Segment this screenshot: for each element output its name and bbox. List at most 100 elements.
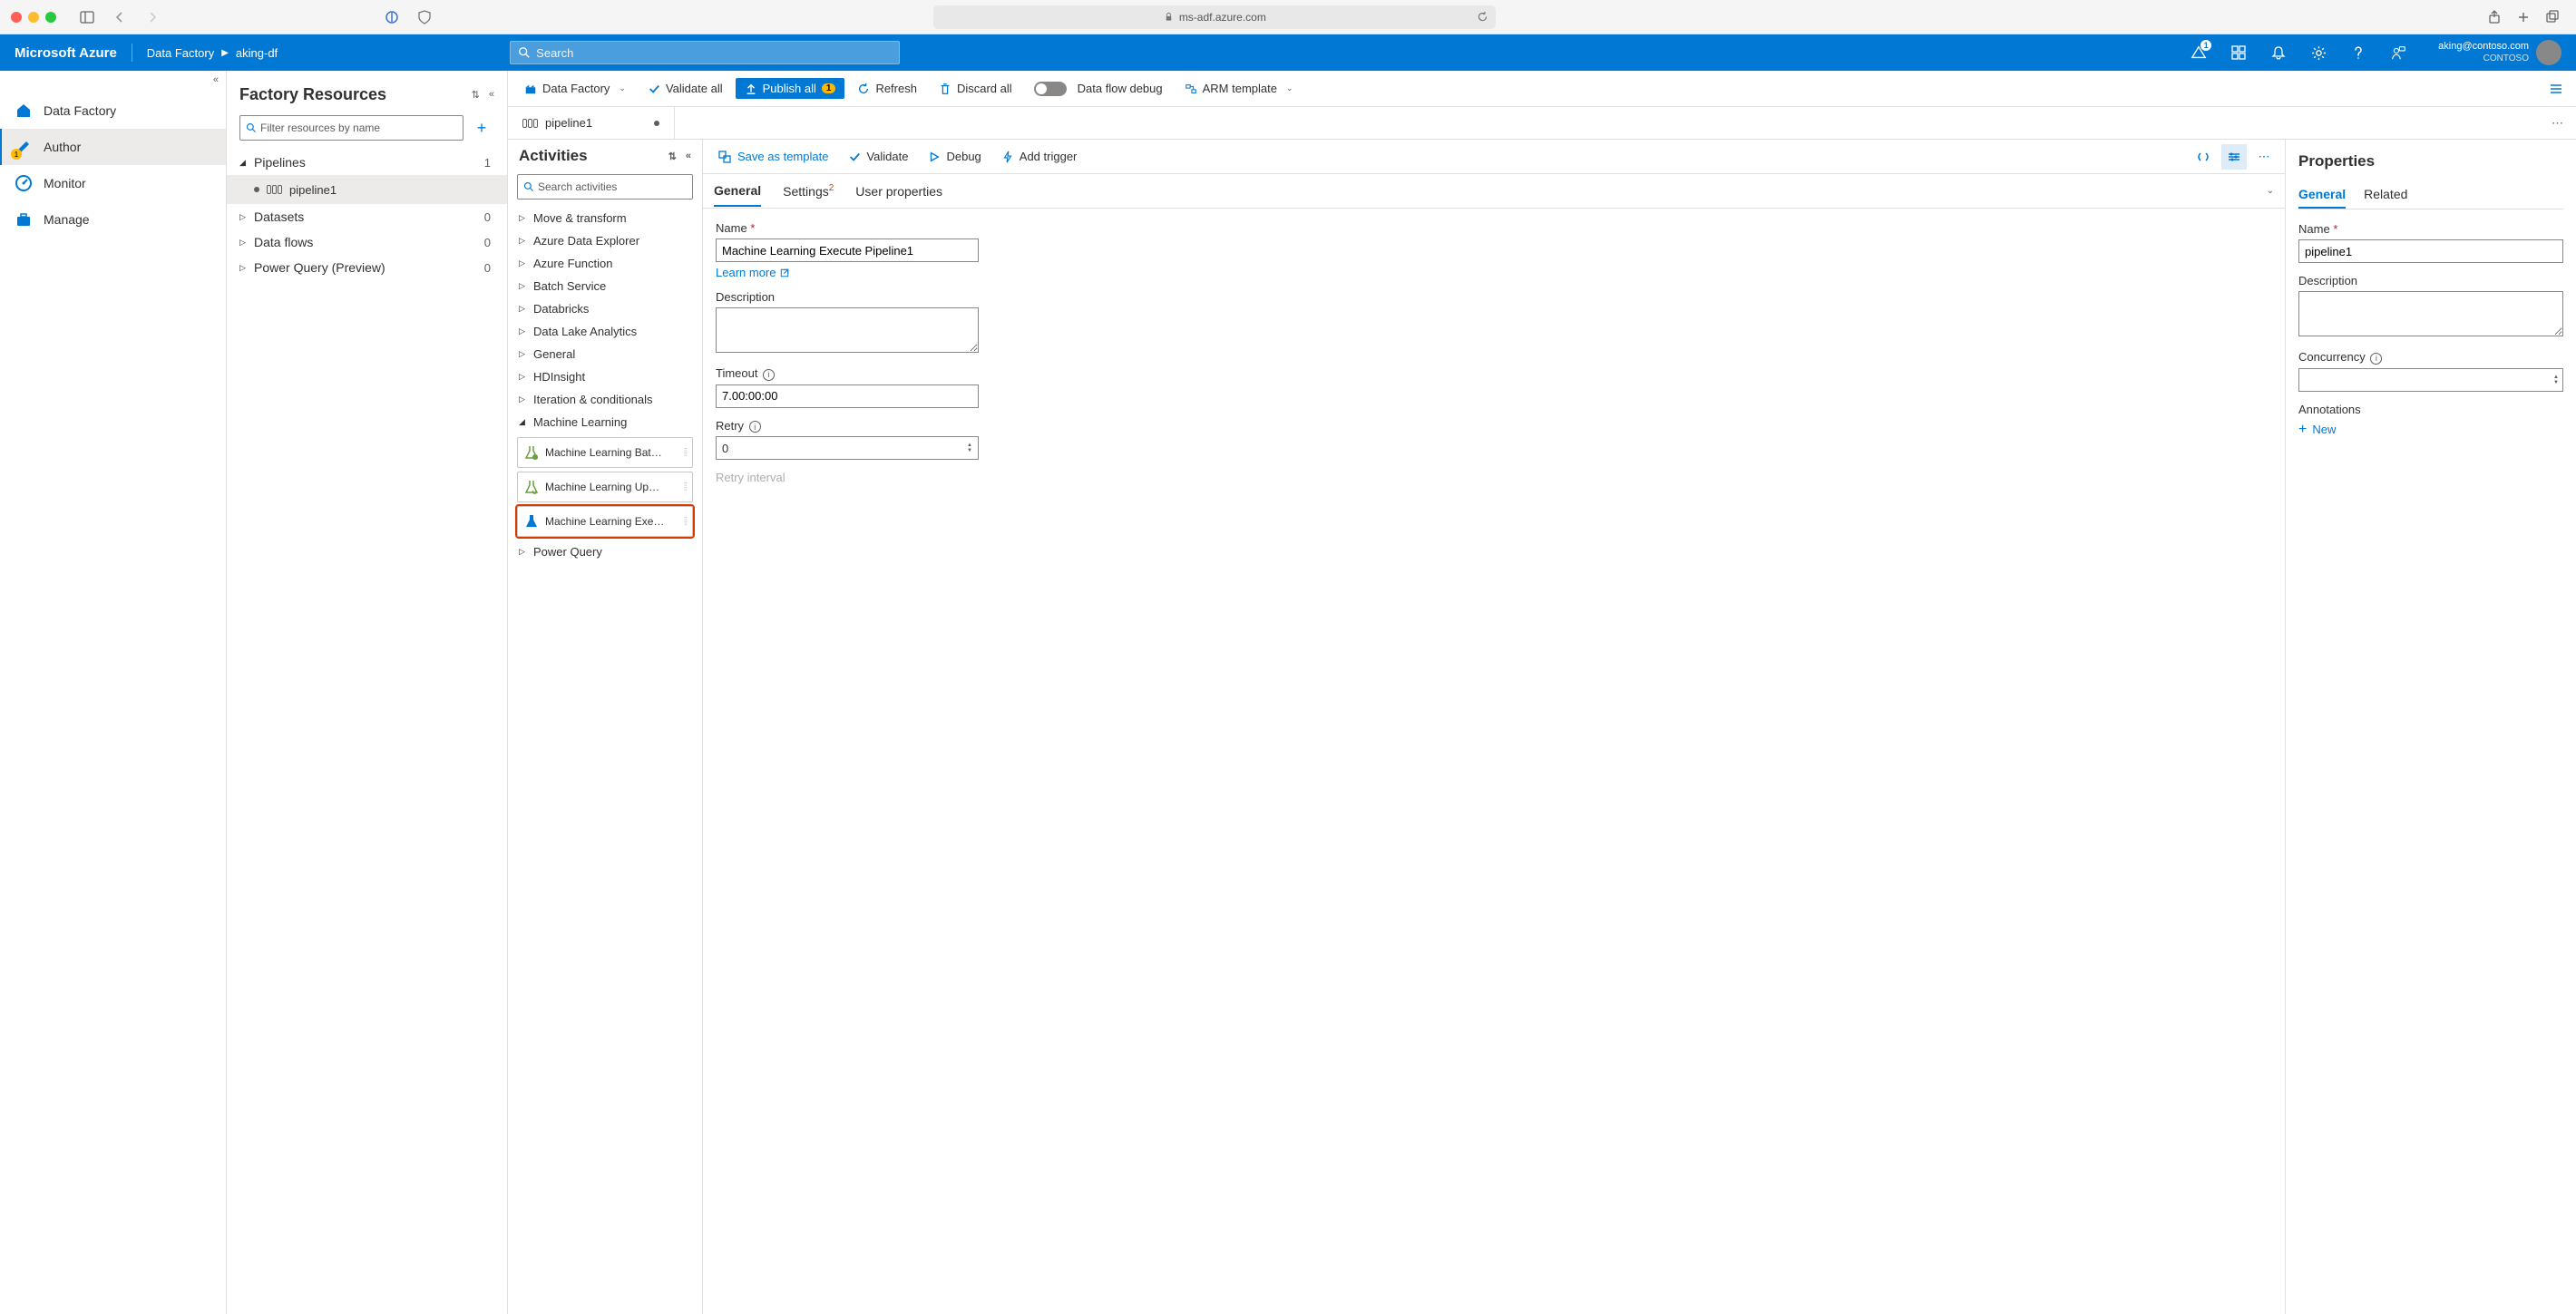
prop-tab-general[interactable]: General: [2298, 181, 2346, 209]
azure-logo[interactable]: Microsoft Azure: [15, 45, 117, 61]
close-window-button[interactable]: [11, 12, 22, 23]
notifications-icon[interactable]: [2260, 34, 2297, 71]
add-trigger-button[interactable]: Add trigger: [994, 146, 1085, 167]
sort-icon[interactable]: ⇅: [668, 151, 677, 162]
subtab-user-properties[interactable]: User properties: [855, 177, 942, 206]
help-icon[interactable]: [2340, 34, 2376, 71]
spinner-icon[interactable]: ▲▼: [967, 443, 972, 453]
doc-tab-pipeline1[interactable]: pipeline1: [508, 107, 675, 139]
activity-ml-batch[interactable]: Machine Learning Bat… ⦙⦙: [517, 437, 693, 468]
group-power-query[interactable]: ▷Power Query: [508, 540, 702, 563]
properties-toggle-icon[interactable]: [2221, 144, 2247, 170]
info-icon[interactable]: i: [2370, 353, 2382, 365]
timeout-input[interactable]: [716, 384, 979, 408]
nav-label: Manage: [44, 212, 90, 227]
url-bar[interactable]: ms-adf.azure.com: [933, 5, 1496, 29]
person-feedback-icon[interactable]: [2380, 34, 2416, 71]
add-resource-button[interactable]: +: [469, 115, 494, 141]
debug-button[interactable]: Debug: [921, 146, 988, 167]
prop-tab-related[interactable]: Related: [2364, 181, 2407, 209]
more-actions-icon[interactable]: ⋯: [2252, 144, 2278, 170]
search-input[interactable]: [536, 46, 892, 60]
data-factory-dropdown[interactable]: Data Factory ⌄: [515, 78, 635, 99]
group-move-transform[interactable]: ▷Move & transform: [508, 207, 702, 229]
settings-icon[interactable]: [2300, 34, 2337, 71]
subtab-settings[interactable]: Settings2: [783, 177, 834, 206]
share-icon[interactable]: [2482, 5, 2507, 30]
arm-template-dropdown[interactable]: ARM template ⌄: [1176, 78, 1303, 99]
caret-right-icon: ▷: [519, 304, 528, 314]
group-azure-data-explorer[interactable]: ▷Azure Data Explorer: [508, 229, 702, 252]
tree-powerquery[interactable]: ▷Power Query (Preview) 0: [227, 255, 507, 280]
sidebar-toggle-icon[interactable]: [74, 5, 100, 30]
validate-button[interactable]: Validate: [841, 146, 915, 167]
retry-input[interactable]: 0 ▲▼: [716, 436, 979, 460]
save-as-template-button[interactable]: Save as template: [710, 146, 835, 168]
search-placeholder: Search activities: [538, 180, 617, 193]
collapse-activities-icon[interactable]: «: [686, 151, 691, 162]
group-data-lake-analytics[interactable]: ▷Data Lake Analytics: [508, 320, 702, 343]
sort-icon[interactable]: ⇅: [472, 89, 480, 101]
activity-ml-execute[interactable]: Machine Learning Exe… ⦙⦙: [517, 506, 693, 537]
breadcrumb-root[interactable]: Data Factory: [147, 46, 214, 60]
minimize-window-button[interactable]: [28, 12, 39, 23]
spinner-icon[interactable]: ▲▼: [2553, 375, 2559, 385]
nav-monitor[interactable]: Monitor: [0, 165, 226, 201]
search-activities-input[interactable]: Search activities: [517, 174, 693, 200]
reload-icon[interactable]: [1477, 11, 1488, 23]
account-menu[interactable]: aking@contoso.com CONTOSO: [2438, 40, 2561, 65]
data-flow-debug-toggle[interactable]: Data flow debug: [1025, 78, 1172, 100]
tree-item-pipeline1[interactable]: pipeline1: [227, 175, 507, 204]
list-view-icon[interactable]: [2543, 76, 2569, 102]
group-batch-service[interactable]: ▷Batch Service: [508, 275, 702, 297]
tree-count: 0: [484, 261, 491, 275]
pipeline-description-input[interactable]: [2298, 291, 2563, 336]
group-hdinsight[interactable]: ▷HDInsight: [508, 365, 702, 388]
shield-icon[interactable]: [412, 5, 437, 30]
chevron-down-icon[interactable]: ⌄: [2267, 186, 2274, 196]
pipeline-name-input[interactable]: [2298, 239, 2563, 263]
collapse-nav-icon[interactable]: «: [213, 74, 219, 85]
publish-all-button[interactable]: Publish all 1: [736, 78, 845, 99]
refresh-button[interactable]: Refresh: [848, 78, 926, 99]
info-icon[interactable]: i: [749, 421, 761, 433]
learn-more-link[interactable]: Learn more: [716, 266, 790, 279]
add-annotation-button[interactable]: + New: [2298, 422, 2563, 438]
group-databricks[interactable]: ▷Databricks: [508, 297, 702, 320]
timeout-label: Timeout i: [716, 366, 2272, 381]
validate-all-button[interactable]: Validate all: [639, 78, 732, 99]
tree-datasets[interactable]: ▷Datasets 0: [227, 204, 507, 229]
tree-dataflows[interactable]: ▷Data flows 0: [227, 229, 507, 255]
extension-icon[interactable]: [379, 5, 405, 30]
code-view-icon[interactable]: [2191, 144, 2216, 170]
discard-all-button[interactable]: Discard all: [930, 78, 1021, 99]
pending-badge: 1: [11, 149, 22, 160]
filter-resources-input[interactable]: Filter resources by name: [239, 115, 463, 141]
maximize-window-button[interactable]: [45, 12, 56, 23]
tab-overflow-icon[interactable]: ⋯: [2541, 116, 2576, 131]
group-azure-function[interactable]: ▷Azure Function: [508, 252, 702, 275]
group-iteration-conditionals[interactable]: ▷Iteration & conditionals: [508, 388, 702, 411]
info-icon[interactable]: i: [763, 369, 775, 381]
breadcrumb-current[interactable]: aking-df: [236, 46, 278, 60]
activities-title: Activities: [519, 147, 588, 165]
activity-ml-update[interactable]: Machine Learning Up… ⦙⦙: [517, 472, 693, 502]
activity-name-input[interactable]: [716, 238, 979, 262]
subtab-general[interactable]: General: [714, 176, 761, 207]
directories-icon[interactable]: [2220, 34, 2257, 71]
nav-author[interactable]: 1 Author: [0, 129, 226, 165]
collapse-resources-icon[interactable]: «: [489, 89, 494, 101]
tabs-icon[interactable]: [2540, 5, 2565, 30]
activity-description-input[interactable]: [716, 307, 979, 353]
nav-data-factory[interactable]: Data Factory: [0, 92, 226, 129]
header-search[interactable]: [510, 41, 900, 64]
tree-pipelines[interactable]: ◢Pipelines 1: [227, 150, 507, 175]
forward-button[interactable]: [140, 5, 165, 30]
group-general[interactable]: ▷General: [508, 343, 702, 365]
feedback-icon[interactable]: 1: [2181, 34, 2217, 71]
new-tab-icon[interactable]: [2511, 5, 2536, 30]
concurrency-input[interactable]: ▲▼: [2298, 368, 2563, 392]
group-machine-learning[interactable]: ◢Machine Learning: [508, 411, 702, 433]
nav-manage[interactable]: Manage: [0, 201, 226, 238]
back-button[interactable]: [107, 5, 132, 30]
